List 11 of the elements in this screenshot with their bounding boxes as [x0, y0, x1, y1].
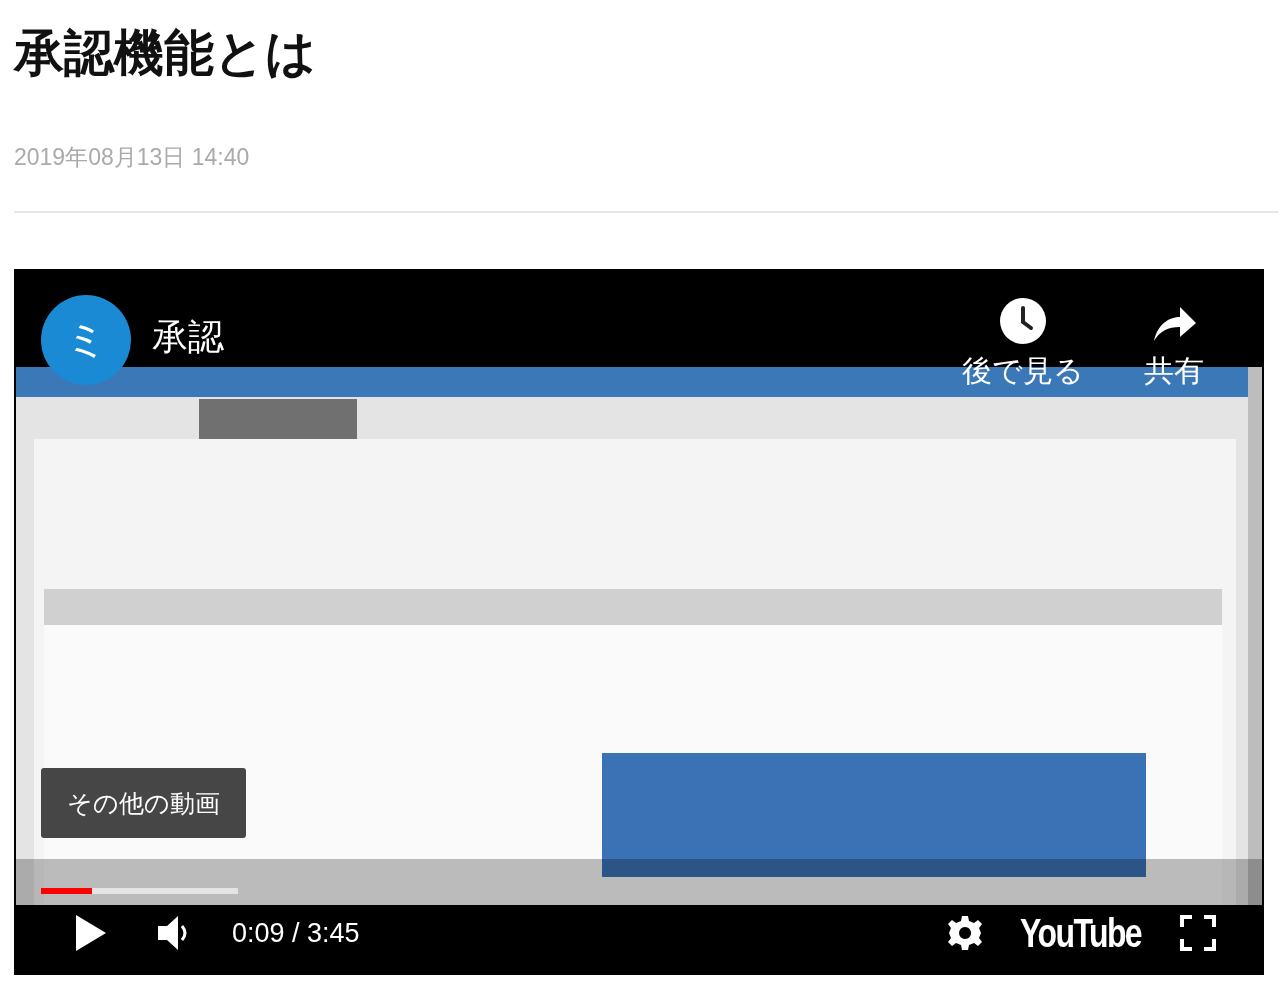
- fullscreen-icon[interactable]: [1180, 915, 1216, 951]
- settings-icon[interactable]: [946, 915, 983, 951]
- video-title[interactable]: 承認: [152, 315, 224, 359]
- progress-bar[interactable]: [41, 888, 238, 894]
- article-title: 承認機能とは: [14, 23, 317, 84]
- youtube-logo[interactable]: YouTube: [1019, 910, 1141, 956]
- clock-icon[interactable]: [999, 297, 1047, 345]
- more-videos-button[interactable]: その他の動画: [41, 768, 246, 838]
- video-time: 0:09 / 3:45: [232, 917, 360, 949]
- article-date: 2019年08月13日 14:40: [14, 143, 251, 172]
- play-icon[interactable]: [76, 915, 106, 951]
